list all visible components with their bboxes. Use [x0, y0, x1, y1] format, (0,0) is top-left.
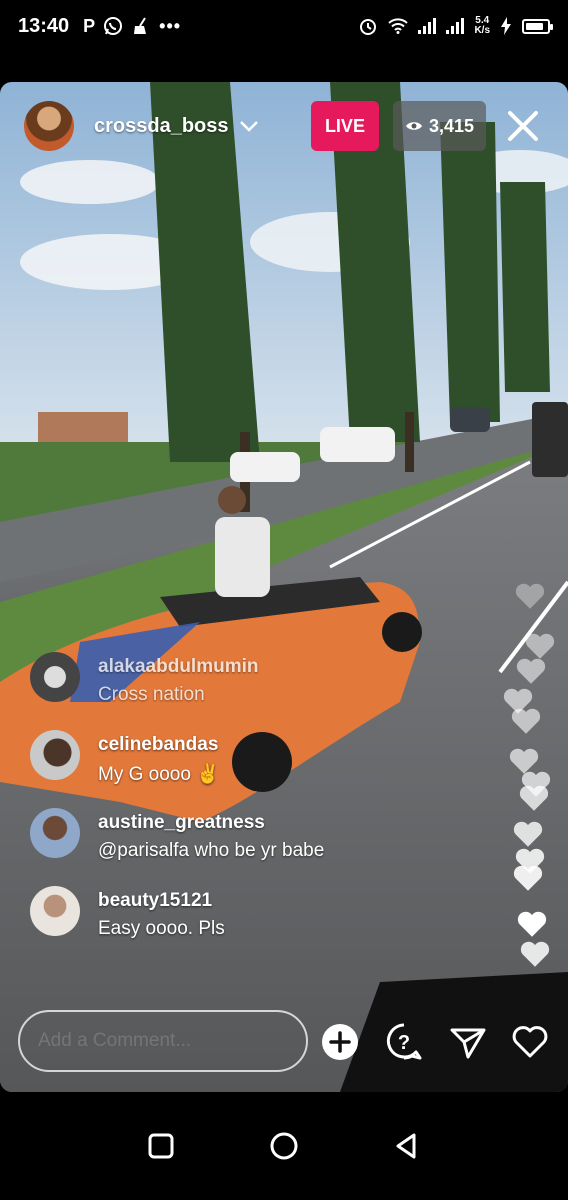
host-username[interactable]: crossda_boss — [94, 115, 229, 138]
add-icon[interactable] — [320, 1022, 360, 1062]
home-button[interactable] — [269, 1131, 299, 1161]
live-header: crossda_boss LIVE 3,415 — [24, 100, 544, 152]
close-icon[interactable] — [502, 105, 544, 147]
broom-icon — [134, 17, 147, 34]
question-icon[interactable]: ? — [384, 1022, 424, 1062]
status-bar: 13:40 P ••• 5.4 K/s — [0, 0, 568, 52]
comment-text: @parisalfa who be yr babe — [98, 840, 325, 861]
comment-item: austine_greatness @parisalfa who be yr b… — [30, 808, 430, 886]
floating-heart-icon — [519, 785, 549, 811]
floating-heart-icon — [520, 941, 550, 967]
floating-heart-icon — [511, 708, 541, 734]
comment-username[interactable]: alakaabdulmumin — [98, 656, 259, 678]
heart-icon[interactable] — [510, 1022, 550, 1062]
net-speed: 5.4 K/s — [474, 15, 490, 36]
recents-button[interactable] — [146, 1131, 176, 1161]
comment-username[interactable]: beauty15121 — [98, 890, 225, 912]
floating-heart-icon — [515, 583, 545, 609]
p-icon: P — [83, 15, 96, 36]
alarm-icon — [360, 19, 377, 35]
live-badge: LIVE — [310, 101, 379, 151]
comment-text: Easy oooo. Pls — [98, 918, 225, 939]
comment-text: Cross nation — [98, 684, 205, 705]
floating-heart-icon — [516, 658, 546, 684]
charging-icon — [501, 17, 511, 35]
comment-username[interactable]: celinebandas — [98, 734, 220, 756]
host-avatar[interactable] — [24, 101, 74, 151]
avatar[interactable] — [30, 652, 80, 702]
comment-item: beauty15121 Easy oooo. Pls — [30, 886, 430, 964]
status-time: 13:40 — [18, 14, 70, 37]
avatar[interactable] — [30, 730, 80, 780]
avatar[interactable] — [30, 808, 80, 858]
viewer-count: 3,415 — [428, 115, 474, 136]
comment-input[interactable] — [18, 1010, 308, 1072]
back-button[interactable] — [392, 1131, 422, 1161]
svg-text:?: ? — [398, 1032, 410, 1054]
comment-list: alakaabdulmumin Cross nation celinebanda… — [30, 652, 430, 964]
signal-icon-2 — [446, 18, 465, 34]
comment-text: My G oooo ✌️ — [98, 764, 220, 785]
whatsapp-icon — [104, 17, 123, 35]
comment-username[interactable]: austine_greatness — [98, 812, 324, 834]
comment-item: alakaabdulmumin Cross nation — [30, 652, 430, 730]
navigation-bar — [0, 1092, 568, 1200]
wifi-icon — [388, 18, 409, 34]
send-icon[interactable] — [448, 1022, 488, 1062]
status-right: 5.4 K/s — [358, 15, 553, 36]
chevron-down-icon[interactable] — [237, 114, 261, 138]
floating-heart-icon — [513, 821, 543, 847]
notification-icons: P ••• — [83, 16, 181, 37]
battery-icon — [522, 18, 553, 34]
floating-heart-icon — [513, 865, 543, 891]
live-video[interactable]: crossda_boss LIVE 3,415 alakaabdulmumin … — [0, 82, 568, 1092]
floating-heart-icon — [517, 911, 547, 937]
more-notifications-icon: ••• — [159, 15, 182, 36]
signal-icon — [418, 18, 437, 34]
avatar[interactable] — [30, 886, 80, 936]
floating-heart-icon — [525, 633, 555, 659]
viewer-count-badge[interactable]: 3,415 — [392, 101, 486, 151]
comment-item: celinebandas My G oooo ✌️ — [30, 730, 430, 808]
eye-icon — [405, 122, 422, 130]
